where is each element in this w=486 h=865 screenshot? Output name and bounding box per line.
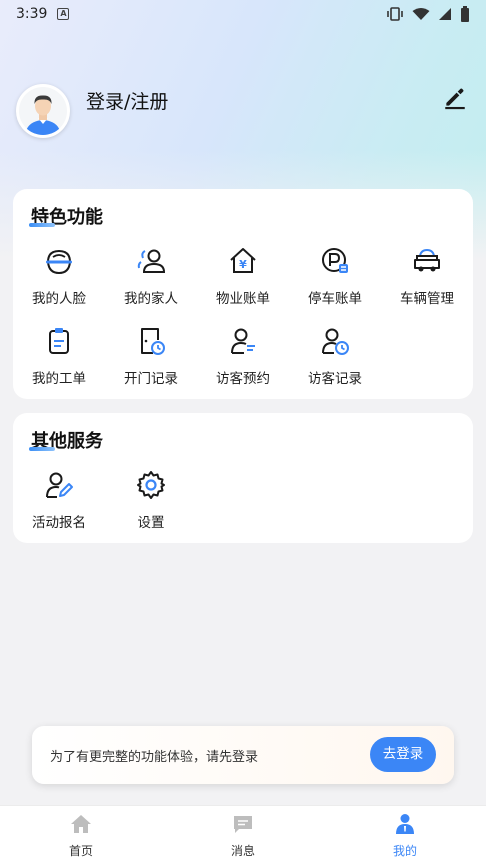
avatar-image [19, 87, 67, 135]
grid-item-parking-bill[interactable]: 停车账单 [290, 245, 380, 317]
grid-item-label: 我的工单 [32, 371, 86, 387]
grid-item-my-face[interactable]: 我的人脸 [14, 245, 104, 317]
settings-icon [137, 471, 165, 499]
grid-item-my-work-order[interactable]: 我的工单 [14, 325, 104, 397]
visitor-record-icon [322, 328, 349, 355]
notification-badge-icon: A [57, 8, 70, 20]
other-services-card: 其他服务 活动报名 设置 [13, 413, 473, 543]
wifi-icon [412, 8, 430, 20]
car-icon [414, 248, 440, 272]
status-bar: 3:39 A [0, 0, 486, 28]
grid-item-label: 我的人脸 [32, 291, 86, 307]
grid-item-visitor-record[interactable]: 访客记录 [290, 325, 380, 397]
login-prompt-banner: 为了有更完整的功能体验，请先登录 去登录 [32, 726, 454, 784]
vibrate-icon [387, 7, 403, 21]
visitor-appointment-icon [231, 328, 255, 354]
featured-functions-card: 特色功能 我的人脸 我的家人 ¥ 物业账单 停车账单 车辆管理 我的工单 开门记… [13, 189, 473, 399]
home-icon [71, 815, 91, 833]
battery-icon [461, 6, 469, 22]
profile-header: 登录/注册 [16, 84, 470, 140]
title-accent [29, 447, 55, 451]
family-icon [137, 249, 166, 273]
tab-mine[interactable]: 我的 [365, 812, 445, 859]
grid-item-label: 访客记录 [308, 371, 362, 387]
profile-icon [396, 814, 414, 834]
grid-item-my-family[interactable]: 我的家人 [106, 245, 196, 317]
activity-signup-icon [46, 472, 73, 498]
grid-item-label: 活动报名 [32, 515, 86, 531]
title-accent [29, 223, 55, 227]
grid-item-activity-signup[interactable]: 活动报名 [14, 469, 104, 541]
tab-label: 消息 [230, 844, 255, 858]
grid-item-label: 车辆管理 [400, 291, 454, 307]
parking-bill-icon [322, 248, 348, 273]
go-login-button[interactable]: 去登录 [370, 737, 436, 772]
property-bill-icon: ¥ [230, 248, 256, 273]
login-register-link[interactable]: 登录/注册 [86, 87, 168, 114]
message-icon [234, 816, 252, 833]
grid-item-visitor-appointment[interactable]: 访客预约 [198, 325, 288, 397]
signal-icon [439, 8, 451, 20]
svg-text:¥: ¥ [239, 258, 247, 271]
grid-item-vehicle-management[interactable]: 车辆管理 [382, 245, 472, 317]
edit-icon[interactable] [442, 84, 468, 110]
grid-item-label: 我的家人 [124, 291, 178, 307]
door-record-icon [141, 328, 165, 355]
grid-item-label: 停车账单 [308, 291, 362, 307]
work-order-icon [49, 328, 69, 354]
grid-item-property-bill[interactable]: ¥ 物业账单 [198, 245, 288, 317]
status-time: 3:39 [16, 6, 48, 22]
avatar[interactable] [16, 84, 70, 138]
tab-messages[interactable]: 消息 [203, 812, 283, 859]
grid-item-label: 开门记录 [124, 371, 178, 387]
tab-label: 首页 [68, 844, 93, 858]
grid-item-settings[interactable]: 设置 [106, 469, 196, 541]
tab-home[interactable]: 首页 [41, 812, 121, 859]
bottom-tab-bar: 首页 消息 我的 [0, 805, 486, 865]
tab-label: 我的 [392, 844, 417, 858]
grid-item-door-record[interactable]: 开门记录 [106, 325, 196, 397]
face-icon [46, 249, 72, 275]
grid-item-label: 设置 [137, 515, 165, 531]
grid-item-label: 物业账单 [216, 291, 270, 307]
grid-item-label: 访客预约 [216, 371, 270, 387]
login-prompt-message: 为了有更完整的功能体验，请先登录 [50, 750, 259, 765]
